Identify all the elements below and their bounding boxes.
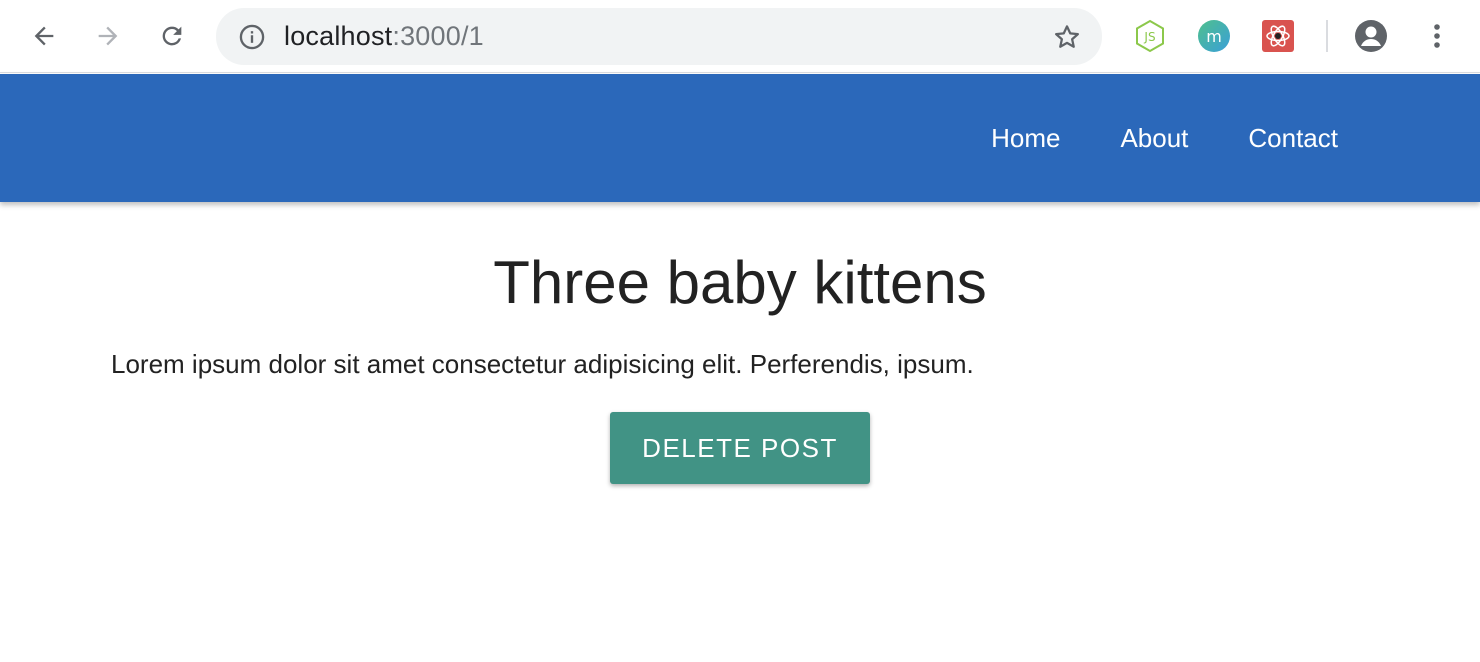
post-title: Three baby kittens — [493, 249, 987, 316]
nav-item-about: About — [1090, 74, 1218, 202]
nav-item-contact: Contact — [1218, 74, 1368, 202]
url-host: localhost — [284, 21, 393, 51]
browser-toolbar: localhost:3000/1 JS m — [0, 0, 1480, 73]
nodejs-extension-icon[interactable]: JS — [1133, 19, 1167, 53]
react-devtools-icon[interactable] — [1261, 19, 1295, 53]
kebab-menu-icon[interactable] — [1420, 19, 1454, 53]
info-icon[interactable] — [238, 23, 266, 51]
app-navbar: Home About Contact — [0, 74, 1480, 202]
nav-link-contact[interactable]: Contact — [1218, 74, 1368, 202]
nav-links: Home About Contact — [961, 74, 1368, 202]
delete-post-button[interactable]: DELETE POST — [610, 412, 870, 484]
post-body: Lorem ipsum dolor sit amet consectetur a… — [111, 349, 974, 379]
address-bar[interactable]: localhost:3000/1 — [216, 8, 1102, 65]
toolbar-divider — [1326, 20, 1328, 52]
forward-button[interactable] — [88, 16, 128, 56]
back-arrow-icon — [34, 26, 54, 46]
back-button[interactable] — [24, 16, 64, 56]
reload-button[interactable] — [152, 16, 192, 56]
star-icon[interactable] — [1052, 22, 1082, 52]
nav-item-home: Home — [961, 74, 1090, 202]
nav-link-about[interactable]: About — [1090, 74, 1218, 202]
svg-text:m: m — [1206, 27, 1222, 46]
url-text[interactable]: localhost:3000/1 — [284, 21, 484, 52]
account-icon[interactable] — [1354, 19, 1388, 53]
url-path: :3000/1 — [392, 21, 484, 51]
m-extension-icon[interactable]: m — [1197, 19, 1231, 53]
forward-arrow-icon — [98, 26, 118, 46]
svg-text:JS: JS — [1143, 30, 1155, 44]
reload-icon — [162, 26, 182, 46]
nav-link-home[interactable]: Home — [961, 74, 1090, 202]
